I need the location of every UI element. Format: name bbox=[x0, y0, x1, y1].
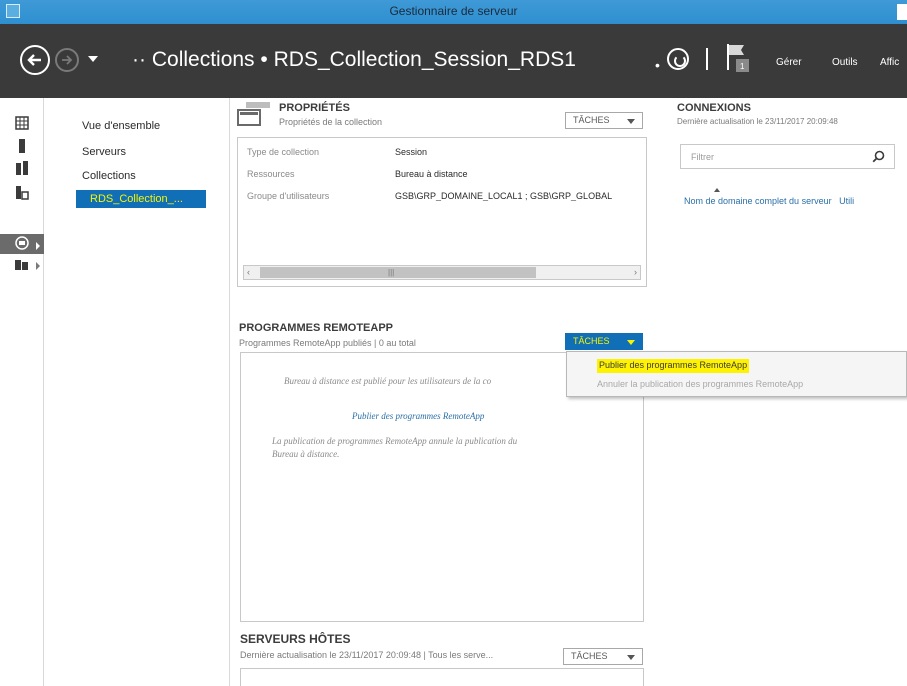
prop-key: Type de collection bbox=[247, 147, 320, 157]
breadcrumb-separator: • bbox=[260, 48, 268, 71]
properties-scrollbar[interactable]: ‹ ||| › bbox=[243, 265, 641, 280]
chevron-down-icon bbox=[627, 119, 635, 124]
scrollbar-grip-icon: ||| bbox=[388, 268, 395, 277]
prop-value: Session bbox=[395, 147, 428, 157]
remoteapp-note-line1: La publication de programmes RemoteApp a… bbox=[272, 436, 518, 446]
dashboard-icon[interactable] bbox=[14, 116, 30, 132]
connections-subtitle: Dernière actualisation le 23/11/2017 20:… bbox=[677, 117, 838, 126]
hosts-tasks-button[interactable]: TÂCHES bbox=[563, 648, 643, 665]
properties-subtitle: Propriétés de la collection bbox=[279, 117, 383, 127]
remoteapp-title: PROGRAMMES REMOTEAPP bbox=[239, 322, 394, 334]
local-server-icon[interactable] bbox=[14, 138, 30, 154]
breadcrumb: ·· Collections • RDS_Collection_Session_… bbox=[132, 48, 576, 72]
filter-placeholder: Filtrer bbox=[691, 152, 714, 162]
arrow-left-icon bbox=[27, 54, 41, 66]
hosts-title: SERVEURS HÔTES bbox=[240, 632, 351, 646]
sidebar: Vue d'ensemble Serveurs Collections RDS_… bbox=[60, 98, 230, 686]
sort-icon bbox=[714, 188, 720, 192]
scroll-right-icon[interactable]: › bbox=[634, 267, 637, 277]
breadcrumb-collections[interactable]: Collections bbox=[152, 48, 255, 71]
expand-arrow-icon[interactable] bbox=[36, 242, 40, 250]
title-bar: Gestionnaire de serveur bbox=[0, 0, 907, 24]
column-label: Utili bbox=[839, 196, 855, 206]
breadcrumb-prefix[interactable]: ·· bbox=[132, 48, 146, 71]
prop-key: Groupe d'utilisateurs bbox=[247, 191, 330, 201]
menu-item-publish-remoteapp[interactable]: Publier des programmes RemoteApp bbox=[597, 359, 750, 373]
publish-remoteapp-link[interactable]: Publier des programmes RemoteApp bbox=[352, 411, 484, 421]
properties-title: PROPRIÉTÉS bbox=[279, 102, 350, 114]
scrollbar-thumb[interactable] bbox=[260, 267, 536, 278]
notifications-flag-icon[interactable]: 1 bbox=[724, 42, 754, 74]
expand-arrow-icon[interactable] bbox=[36, 262, 40, 270]
icon-rail bbox=[0, 98, 44, 686]
svg-text:1: 1 bbox=[740, 62, 745, 71]
iis-icon[interactable] bbox=[14, 258, 30, 274]
all-servers-icon[interactable] bbox=[14, 160, 30, 176]
sidebar-item-collections[interactable]: Collections bbox=[82, 170, 136, 182]
server-manager-window: Gestionnaire de serveur ·· Collections •… bbox=[0, 0, 907, 686]
navigation-bar: ·· Collections • RDS_Collection_Session_… bbox=[0, 24, 907, 98]
remoteapp-tasks-button[interactable]: TÂCHES bbox=[565, 333, 643, 350]
prop-value: GSB\GRP_DOMAINE_LOCAL1 ; GSB\GRP_GLOBAL bbox=[395, 191, 613, 201]
tasks-dropdown-menu: Publier des programmes RemoteApp Annuler… bbox=[566, 351, 907, 397]
breadcrumb-current: RDS_Collection_Session_RDS1 bbox=[273, 48, 576, 71]
menu-tools[interactable]: Outils bbox=[832, 57, 858, 68]
column-label: Nom de domaine complet du serveur bbox=[684, 196, 832, 206]
menu-view[interactable]: Affic bbox=[880, 57, 899, 68]
properties-icon bbox=[237, 102, 270, 126]
hosts-subtitle: Dernière actualisation le 23/11/2017 20:… bbox=[240, 650, 494, 660]
prop-value: Bureau à distance bbox=[395, 169, 468, 179]
refresh-icon bbox=[667, 48, 689, 70]
scroll-left-icon[interactable]: ‹ bbox=[247, 267, 250, 277]
toolbar-divider bbox=[706, 48, 708, 70]
menu-manage[interactable]: Gérer bbox=[776, 57, 802, 68]
tasks-label: TÂCHES bbox=[571, 651, 608, 661]
refresh-button[interactable]: • bbox=[655, 48, 695, 73]
prop-key: Ressources bbox=[247, 169, 295, 179]
hosts-panel bbox=[240, 668, 644, 686]
back-button[interactable] bbox=[20, 45, 50, 75]
chevron-down-icon bbox=[627, 655, 635, 660]
tasks-label: TÂCHES bbox=[573, 336, 610, 346]
menu-item-unpublish-remoteapp[interactable]: Annuler la publication des programmes Re… bbox=[597, 379, 803, 389]
remoteapp-subtitle: Programmes RemoteApp publiés | 0 au tota… bbox=[239, 338, 416, 348]
window-title: Gestionnaire de serveur bbox=[389, 4, 518, 18]
forward-button[interactable] bbox=[55, 48, 79, 72]
file-storage-icon[interactable] bbox=[14, 184, 30, 200]
properties-tasks-button[interactable]: TÂCHES bbox=[565, 112, 643, 129]
sidebar-item-servers[interactable]: Serveurs bbox=[82, 146, 126, 158]
sidebar-item-overview[interactable]: Vue d'ensemble bbox=[82, 120, 160, 132]
search-icon[interactable] bbox=[872, 150, 885, 163]
tasks-label: TÂCHES bbox=[573, 115, 610, 125]
connections-title: CONNEXIONS bbox=[677, 102, 751, 114]
connections-column-fqdn[interactable]: Nom de domaine complet du serveur Utili bbox=[684, 196, 854, 206]
connections-filter-input[interactable]: Filtrer bbox=[680, 144, 895, 169]
arrow-right-icon bbox=[62, 55, 73, 65]
remoteapp-note-line2: Bureau à distance. bbox=[272, 449, 340, 459]
minimize-button[interactable] bbox=[897, 4, 907, 20]
refresh-dot-icon: • bbox=[655, 57, 660, 73]
sidebar-item-rds-collection[interactable]: RDS_Collection_... bbox=[76, 190, 206, 208]
history-dropdown-icon[interactable] bbox=[88, 56, 98, 62]
remoteapp-info-message: Bureau à distance est publié pour les ut… bbox=[284, 376, 492, 386]
chevron-down-icon bbox=[627, 340, 635, 345]
